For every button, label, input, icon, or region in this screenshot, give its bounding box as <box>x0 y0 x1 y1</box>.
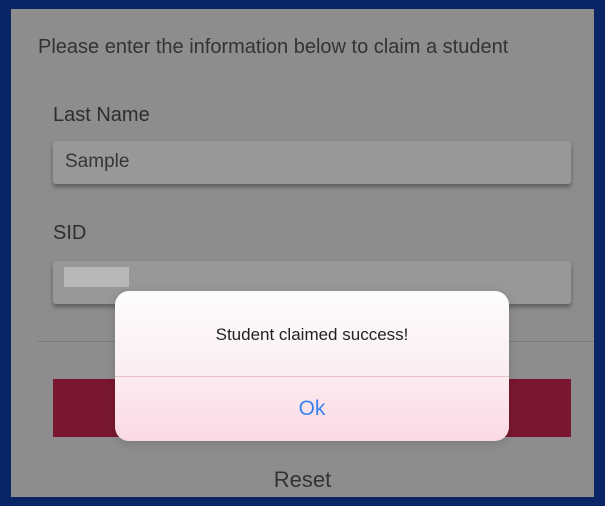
success-alert-dialog: Student claimed success! Ok <box>115 291 509 441</box>
reset-button[interactable]: Reset <box>11 467 594 493</box>
sid-label: SID <box>53 222 87 244</box>
alert-message: Student claimed success! <box>215 325 409 344</box>
app-screen: Please enter the information below to cl… <box>11 9 594 497</box>
last-name-value: Sample <box>65 151 130 172</box>
last-name-field[interactable]: Sample <box>53 141 571 184</box>
ok-button[interactable]: Ok <box>115 377 509 441</box>
redacted-sid-value <box>64 267 129 287</box>
last-name-label: Last Name <box>53 104 150 126</box>
instructions-text: Please enter the information below to cl… <box>38 36 509 58</box>
